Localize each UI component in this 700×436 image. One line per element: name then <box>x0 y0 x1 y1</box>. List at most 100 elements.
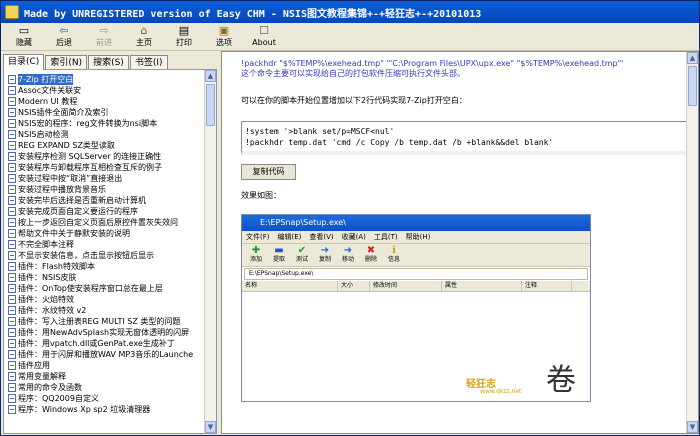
screenshot-tool-copy: ➜ 复制 <box>314 245 336 265</box>
window-titlebar[interactable]: Made by UNREGISTERED version of Easy CHM… <box>1 1 699 23</box>
tab-search[interactable]: 搜索(S) <box>88 55 129 70</box>
scroll-up-icon[interactable]: ▲ <box>205 70 216 82</box>
tree-item[interactable]: 不显示安装信息，点击显示按钮后显示 <box>4 250 204 261</box>
print-button[interactable]: ▤ 打印 <box>165 24 203 50</box>
tree-scrollbar[interactable]: ▲ ▼ <box>204 70 216 433</box>
info-icon: ℹ <box>392 245 396 256</box>
tree-item-label: NSIS插件全面简介及索引 <box>18 108 109 117</box>
tree-item[interactable]: NSIS启动检测 <box>4 129 204 140</box>
screenshot-tool-delete: ✖ 删除 <box>360 245 382 265</box>
content-scroll-thumb[interactable] <box>688 66 697 106</box>
scroll-down-icon[interactable]: ▼ <box>205 421 216 433</box>
about-button[interactable]: ☐ About <box>245 24 283 50</box>
tree-item-label: 程序：QQ2009自定义 <box>18 394 99 403</box>
effect-screenshot: E:\EPSnap\Setup.exe\ 文件(F) 编辑(E) 查看(V) 收… <box>241 214 591 402</box>
tree-item-label: NSIS启动检测 <box>18 130 69 139</box>
article-paragraph: 可以在你的脚本开始位置增加以下2行代码实现7-Zip打开空白： <box>241 96 467 105</box>
tree-item-label: 插件：用于闪屏和播放WAV MP3音乐的Launche <box>18 350 194 359</box>
tree-item[interactable]: REG EXPAND SZ类型读取 <box>4 140 204 151</box>
tree-item[interactable]: NSIS插件全面简介及索引 <box>4 107 204 118</box>
document-icon <box>8 218 16 227</box>
content-scroll-up-icon[interactable]: ▲ <box>687 52 698 64</box>
document-icon <box>8 108 16 117</box>
code-snippet: !packhdr "$%TEMP%\exehead.tmp" '"C:\Prog… <box>241 59 624 78</box>
tree-item-label: 插件：水纹特效 v2 <box>18 306 87 315</box>
about-icon: ☐ <box>259 24 269 37</box>
home-icon: ⌂ <box>140 24 148 37</box>
tree-item[interactable]: 帮助文件中关于静默安装的说明 <box>4 228 204 239</box>
tree-item[interactable]: 常用的命令及函数 <box>4 382 204 393</box>
tree-item-label: 安装完毕后选择是否重新启动计算机 <box>18 196 146 205</box>
document-icon <box>8 295 16 304</box>
document-icon <box>8 141 16 150</box>
tree-item[interactable]: Modern UI 教程 <box>4 96 204 107</box>
tree-item[interactable]: 7-Zip 打开空白 <box>4 74 204 85</box>
delete-icon: ✖ <box>366 245 376 256</box>
tree-item[interactable]: 安装过程中播放背景音乐 <box>4 184 204 195</box>
contents-tree: 7-Zip 打开空白 Assoc文件关联安 Modern UI 教程 NSIS插件全面… <box>3 69 217 434</box>
code-box[interactable]: !system '>blank set/p=MSCF<nul' !packhdr… <box>241 121 686 155</box>
tree-item[interactable]: 程序：QQ2009自定义 <box>4 393 204 404</box>
tree-item[interactable]: 插件：NSIS皮肤 <box>4 272 204 283</box>
tree-item[interactable]: 插件应用 <box>4 360 204 371</box>
document-icon <box>8 262 16 271</box>
window-title: Made by UNREGISTERED version of Easy CHM… <box>24 8 482 20</box>
tree-item[interactable]: 安装完成页面自定义要运行的程序 <box>4 206 204 217</box>
navigation-pane: 目录(C) 索引(N) 搜索(S) 书签(I) 7-Zip 打开空白 Assoc文… <box>3 54 217 434</box>
options-button[interactable]: ▣ 选项 <box>205 24 243 50</box>
screenshot-tool-extract: ▬ 提取 <box>268 245 290 265</box>
tree-item-label: 按上一步返回自定义页面后原控件置灰失效问 <box>18 218 178 227</box>
tree-item[interactable]: 安装程序与卸载程序互相检查互斥的例子 <box>4 162 204 173</box>
document-icon <box>8 152 16 161</box>
tree-item-label: 安装过程中按“取消”直接退出 <box>18 174 123 183</box>
content-scrollbar[interactable]: ▲ ▼ <box>686 52 698 433</box>
screenshot-tool-plus: ✚ 添加 <box>245 245 267 265</box>
tree-item[interactable]: Assoc文件关联安 <box>4 85 204 96</box>
tree-item-label: 常用变量解释 <box>18 372 66 381</box>
tree-item[interactable]: 常用变量解释 <box>4 371 204 382</box>
back-button[interactable]: ⇦ 后退 <box>45 24 83 50</box>
tree-item-label: 插件：NSIS皮肤 <box>18 273 77 282</box>
content-scroll-down-icon[interactable]: ▼ <box>687 421 698 433</box>
tree-item[interactable]: 按上一步返回自定义页面后原控件置灰失效问 <box>4 217 204 228</box>
tree-item[interactable]: 程序：Windows Xp sp2 垃圾清理器 <box>4 404 204 415</box>
print-icon: ▤ <box>178 24 190 37</box>
options-icon: ▣ <box>218 24 230 37</box>
tree-item[interactable]: 插件：水纹特效 v2 <box>4 305 204 316</box>
document-icon <box>8 97 16 106</box>
document-icon <box>8 306 16 315</box>
content-pane: !packhdr "$%TEMP%\exehead.tmp" '"C:\Prog… <box>221 51 699 434</box>
tree-item[interactable]: 安装过程中按“取消”直接退出 <box>4 173 204 184</box>
tree-item[interactable]: NSIS宏的程序：reg文件转换为nsi脚本 <box>4 118 204 129</box>
hide-button[interactable]: ▭ 隐藏 <box>5 24 43 50</box>
document-icon <box>8 273 16 282</box>
tree-item-label: Modern UI 教程 <box>18 97 78 106</box>
tab-bookmarks[interactable]: 书签(I) <box>129 55 168 70</box>
tree-item-label: 不显示安装信息，点击显示按钮后显示 <box>18 251 154 260</box>
tree-item[interactable]: 安装完毕后选择是否重新启动计算机 <box>4 195 204 206</box>
tree-item[interactable]: 插件：写入注册表REG MULTI SZ 类型的问题 <box>4 316 204 327</box>
main-toolbar: ▭ 隐藏 ⇦ 后退 ⇨ 前进 ⌂ 主页 ▤ 打印 ▣ 选项 ☐ About <box>1 23 699 51</box>
screenshot-title: E:\EPSnap\Setup.exe\ <box>242 215 590 231</box>
tree-item[interactable]: 插件：火焰特效 <box>4 294 204 305</box>
tree-item-label: Assoc文件关联安 <box>18 86 82 95</box>
copy-code-button[interactable]: 复制代码 <box>241 164 296 180</box>
tree-item[interactable]: 插件：用vpatch.dll或GenPat.exe生成补丁 <box>4 338 204 349</box>
document-icon <box>8 328 16 337</box>
document-icon <box>8 350 16 359</box>
tree-item[interactable]: 安装程序检测 SQLServer 的连接正确性 <box>4 151 204 162</box>
tab-index[interactable]: 索引(N) <box>45 55 88 70</box>
document-icon <box>8 339 16 348</box>
home-button[interactable]: ⌂ 主页 <box>125 24 163 50</box>
tree-item-label: 插件：用vpatch.dll或GenPat.exe生成补丁 <box>18 339 175 348</box>
tree-item[interactable]: 插件：Flash特效脚本 <box>4 261 204 272</box>
tree-item-label: 程序：Windows Xp sp2 垃圾清理器 <box>18 405 151 414</box>
forward-button[interactable]: ⇨ 前进 <box>85 24 123 50</box>
document-icon <box>8 174 16 183</box>
tab-contents[interactable]: 目录(C) <box>3 54 45 70</box>
tree-item[interactable]: 插件：用NewAdvSplash实现无窗体透明的闪屏 <box>4 327 204 338</box>
scroll-thumb[interactable] <box>206 84 215 126</box>
tree-item[interactable]: 不完全脚本注释 <box>4 239 204 250</box>
tree-item[interactable]: 插件：OnTop使安装程序窗口总在最上层 <box>4 283 204 294</box>
tree-item[interactable]: 插件：用于闪屏和播放WAV MP3音乐的Launche <box>4 349 204 360</box>
